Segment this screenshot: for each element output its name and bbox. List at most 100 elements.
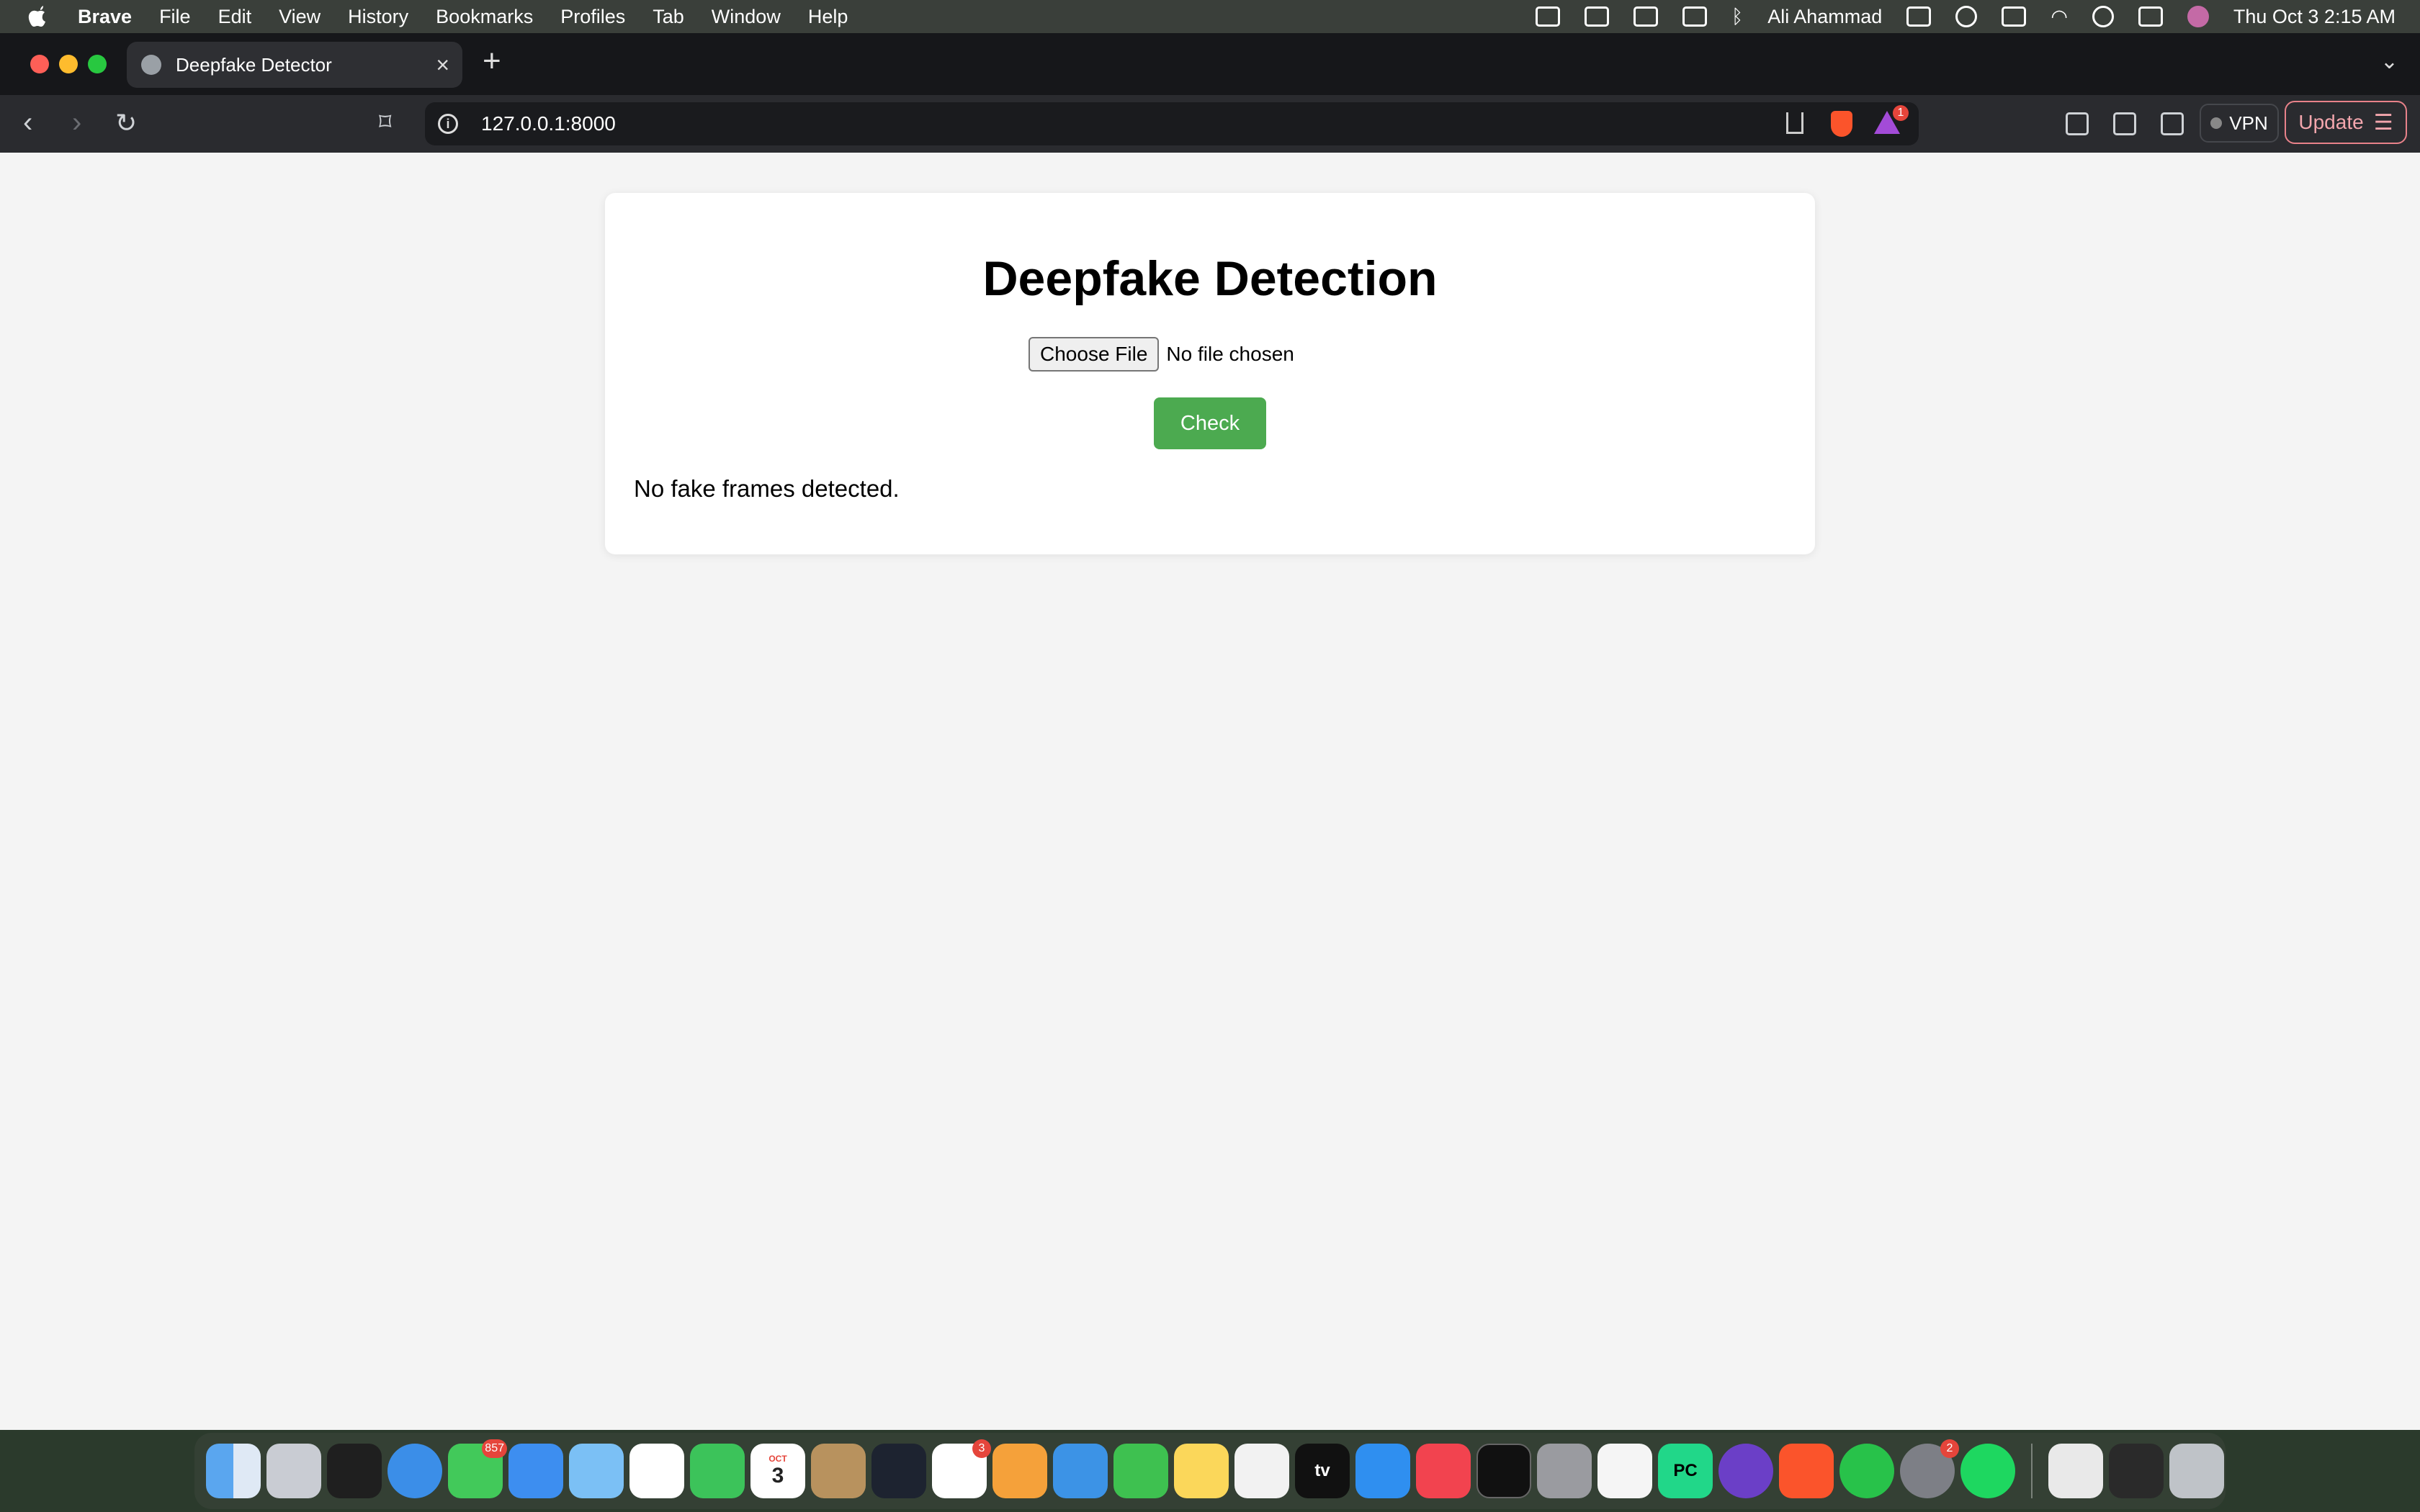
facetime-icon[interactable]	[690, 1444, 745, 1498]
menu-window[interactable]: Window	[712, 6, 781, 28]
site-info-icon[interactable]: i	[438, 114, 458, 134]
battery-icon[interactable]	[2002, 6, 2027, 27]
user-name[interactable]: Ali Ahammad	[1767, 6, 1882, 28]
settings-badge: 2	[1940, 1439, 1959, 1458]
menu-bar: Brave File Edit View History Bookmarks P…	[0, 0, 2420, 33]
zoom-window-button[interactable]	[88, 55, 107, 73]
dock: 857 OCT 3 3 tv PC 2	[194, 1433, 2226, 1509]
choose-file-button[interactable]: Choose File	[1028, 337, 1160, 372]
textedit-icon[interactable]	[1234, 1444, 1289, 1498]
address-bar[interactable]: i 127.0.0.1:8000 1	[425, 102, 1919, 145]
file-status-text: No file chosen	[1166, 343, 1294, 365]
detection-card: Deepfake Detection Choose File No file c…	[605, 193, 1815, 554]
update-button[interactable]: Update ☰	[2285, 101, 2407, 144]
reminders-icon[interactable]: 3	[932, 1439, 991, 1498]
numbers-icon[interactable]	[1113, 1444, 1168, 1498]
terminal-icon[interactable]	[1476, 1444, 1531, 1498]
spotify-icon[interactable]	[1960, 1444, 2015, 1498]
downloads-folder-icon[interactable]	[2048, 1444, 2103, 1498]
pages-icon[interactable]	[992, 1444, 1047, 1498]
wallet-icon[interactable]	[2161, 112, 2184, 135]
reload-button[interactable]: ↻	[115, 108, 137, 138]
recent-window-icon[interactable]	[2109, 1444, 2164, 1498]
vpn-status-icon	[2210, 117, 2223, 129]
extensions-icon[interactable]	[2066, 112, 2089, 135]
vscode-icon[interactable]	[1597, 1444, 1652, 1498]
notes-icon[interactable]	[1174, 1444, 1229, 1498]
reminders-badge: 3	[972, 1439, 991, 1458]
layers-icon[interactable]	[1634, 6, 1659, 27]
close-window-button[interactable]	[30, 55, 49, 73]
share-icon[interactable]	[1786, 112, 1803, 134]
dock-separator	[2031, 1444, 2033, 1498]
sidebar-icon[interactable]	[2113, 112, 2136, 135]
clock[interactable]: Thu Oct 3 2:15 AM	[2233, 6, 2396, 28]
app-store-icon[interactable]	[1355, 1444, 1410, 1498]
whatsapp-icon[interactable]	[1839, 1444, 1894, 1498]
mail-icon[interactable]	[508, 1444, 563, 1498]
tab-title: Deepfake Detector	[176, 53, 332, 76]
calendar-icon[interactable]: OCT 3	[750, 1444, 805, 1498]
calendar-day: 3	[771, 1464, 784, 1488]
url-text[interactable]: 127.0.0.1:8000	[481, 112, 616, 135]
pycharm-icon[interactable]: PC	[1658, 1444, 1713, 1498]
check-button[interactable]: Check	[1154, 397, 1266, 449]
menu-profiles[interactable]: Profiles	[560, 6, 625, 28]
tab-list-chevron-icon[interactable]: ⌄	[2380, 49, 2398, 74]
back-button[interactable]: ‹	[23, 107, 32, 139]
menu-bar-status-area: ᛒ Ali Ahammad ◠ Thu Oct 3 2:15 AM	[1536, 0, 2396, 33]
rewards-badge: 1	[1893, 105, 1909, 121]
screen-share-icon[interactable]	[1536, 6, 1561, 27]
tab-strip: Deepfake Detector × + ⌄	[0, 33, 2420, 95]
trash-icon[interactable]	[2169, 1444, 2224, 1498]
window-switcher-icon[interactable]	[1906, 6, 1932, 27]
vpn-button[interactable]: VPN	[2200, 104, 2279, 143]
file-input[interactable]: Choose File No file chosen	[1028, 337, 1294, 372]
result-text: No fake frames detected.	[634, 475, 900, 502]
spotlight-search-icon[interactable]	[2092, 6, 2114, 27]
activity-monitor-icon[interactable]	[871, 1444, 926, 1498]
update-label: Update	[2298, 111, 2364, 133]
display-icon[interactable]	[1682, 6, 1708, 27]
apple-tv-icon[interactable]: tv	[1295, 1444, 1350, 1498]
menu-bookmarks[interactable]: Bookmarks	[436, 6, 533, 28]
control-center-icon[interactable]	[2138, 6, 2163, 27]
siri-icon[interactable]	[2187, 6, 2209, 27]
pycharm-label: PC	[1673, 1461, 1698, 1480]
system-settings-icon[interactable]: 2	[1900, 1439, 1959, 1498]
play-icon[interactable]	[1955, 6, 1978, 27]
new-tab-button[interactable]: +	[483, 43, 501, 79]
menu-help[interactable]: Help	[808, 6, 848, 28]
close-tab-icon[interactable]: ×	[436, 52, 449, 78]
brave-shields-icon[interactable]	[1831, 111, 1852, 137]
apple-menu-icon[interactable]	[27, 2, 56, 31]
messages-icon[interactable]: 857	[448, 1439, 507, 1498]
forward-button[interactable]: ›	[72, 107, 81, 139]
menu-app-brave[interactable]: Brave	[78, 6, 132, 28]
finder-icon[interactable]	[206, 1444, 261, 1498]
menu-edit[interactable]: Edit	[218, 6, 252, 28]
keynote-icon[interactable]	[1053, 1444, 1108, 1498]
apple-tv-label: tv	[1314, 1461, 1330, 1480]
stage-manager-icon[interactable]	[327, 1444, 382, 1498]
page-title: Deepfake Detection	[982, 251, 1438, 306]
wifi-icon[interactable]: ◠	[2051, 6, 2068, 28]
iphone-mirroring-icon[interactable]	[1537, 1444, 1592, 1498]
menu-view[interactable]: View	[279, 6, 321, 28]
launchpad-icon[interactable]	[266, 1444, 321, 1498]
bluetooth-icon[interactable]: ᛒ	[1731, 6, 1743, 28]
bookmark-icon[interactable]: ⌑	[379, 108, 391, 137]
photos-icon[interactable]	[629, 1444, 684, 1498]
tor-browser-icon[interactable]	[1718, 1444, 1773, 1498]
tab-deepfake-detector[interactable]: Deepfake Detector ×	[127, 42, 462, 88]
menu-file[interactable]: File	[159, 6, 191, 28]
maps-icon[interactable]	[569, 1444, 624, 1498]
music-icon[interactable]	[1416, 1444, 1471, 1498]
menu-tab[interactable]: Tab	[653, 6, 684, 28]
cast-icon[interactable]	[1585, 6, 1610, 27]
safari-icon[interactable]	[387, 1444, 442, 1498]
contacts-icon[interactable]	[811, 1444, 866, 1498]
brave-browser-icon[interactable]	[1779, 1444, 1834, 1498]
menu-history[interactable]: History	[348, 6, 408, 28]
minimize-window-button[interactable]	[59, 55, 78, 73]
